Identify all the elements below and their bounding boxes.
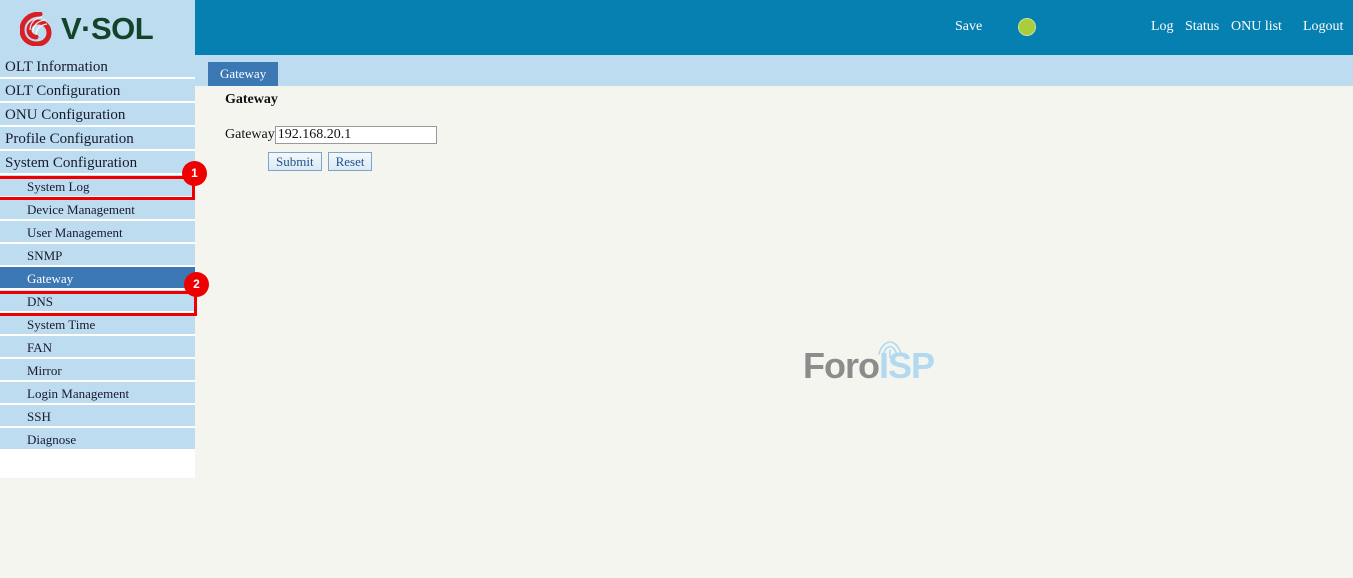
sidebar-item-onu-configuration[interactable]: ONU Configuration: [0, 103, 195, 127]
onu-list-link[interactable]: ONU list: [1231, 19, 1282, 35]
gateway-field-label: Gateway: [225, 127, 275, 142]
sidebar-item-label: OLT Information: [5, 59, 108, 75]
log-link[interactable]: Log: [1151, 19, 1174, 35]
sidebar-item-label: Login Management: [27, 386, 130, 401]
sidebar-item-device-management[interactable]: Device Management: [0, 198, 195, 221]
sidebar-item-label: DNS: [27, 294, 54, 309]
sidebar-navigation: OLT Information OLT Configuration ONU Co…: [0, 55, 195, 478]
sidebar-item-label: System Log: [27, 179, 90, 194]
watermark-text-primary: Foro: [803, 345, 880, 386]
sidebar-item-diagnose[interactable]: Diagnose: [0, 428, 195, 451]
sidebar-item-user-management[interactable]: User Management: [0, 221, 195, 244]
page-title: Gateway: [225, 92, 278, 107]
sidebar-item-label: SNMP: [27, 248, 63, 263]
sidebar-item-label: Gateway: [27, 271, 74, 286]
olt-web-management-page: V·SOL Save Log Status ONU list Logout OL…: [0, 0, 1353, 578]
sidebar-item-login-management[interactable]: Login Management: [0, 382, 195, 405]
watermark-text-secondary: ISP: [878, 345, 935, 386]
sidebar-item-olt-configuration[interactable]: OLT Configuration: [0, 79, 195, 103]
form-button-row: Submit Reset: [268, 152, 373, 171]
foroisp-watermark: ForoISP: [803, 341, 943, 394]
sidebar-item-label: System Configuration: [5, 155, 138, 171]
sidebar-item-label: Profile Configuration: [5, 131, 134, 147]
save-button[interactable]: Save: [955, 19, 982, 35]
logout-link[interactable]: Logout: [1303, 19, 1343, 35]
sidebar-item-mirror[interactable]: Mirror: [0, 359, 195, 382]
sidebar-item-fan[interactable]: FAN: [0, 336, 195, 359]
watermark-text: ForoISP: [803, 344, 943, 388]
gateway-form-row: Gateway: [225, 126, 437, 144]
sidebar-item-label: OLT Configuration: [5, 83, 121, 99]
brand-logo: V·SOL: [19, 11, 154, 47]
sidebar-item-olt-information[interactable]: OLT Information: [0, 55, 195, 79]
antenna-tower-icon: [878, 341, 902, 358]
sidebar-item-profile-configuration[interactable]: Profile Configuration: [0, 127, 195, 151]
submit-button[interactable]: Submit: [268, 152, 322, 171]
sidebar-item-ssh[interactable]: SSH: [0, 405, 195, 428]
vsol-swirl-logo-icon: [19, 11, 54, 47]
sidebar-item-system-configuration[interactable]: System Configuration: [0, 151, 195, 175]
sidebar-item-label: SSH: [27, 409, 51, 424]
top-header-bar: V·SOL Save Log Status ONU list Logout: [0, 0, 1353, 55]
status-led-indicator-icon: [1018, 18, 1036, 36]
sidebar-item-dns[interactable]: DNS: [0, 290, 195, 313]
sidebar-item-label: Device Management: [27, 202, 135, 217]
sidebar-item-system-time[interactable]: System Time: [0, 313, 195, 336]
tab-gateway[interactable]: Gateway: [208, 62, 279, 86]
tab-bar: Gateway: [195, 55, 1353, 86]
sidebar-item-label: Diagnose: [27, 432, 77, 447]
gateway-input[interactable]: [274, 126, 437, 144]
sidebar-item-label: FAN: [27, 340, 53, 355]
logo-pane: V·SOL: [0, 0, 195, 55]
sidebar-item-system-log[interactable]: System Log: [0, 175, 195, 198]
reset-button[interactable]: Reset: [327, 152, 373, 171]
sidebar-item-snmp[interactable]: SNMP: [0, 244, 195, 267]
brand-logo-text: V·SOL: [61, 11, 154, 46]
sidebar-item-label: System Time: [27, 317, 96, 332]
status-link[interactable]: Status: [1185, 19, 1219, 35]
sidebar-item-label: Mirror: [27, 363, 62, 378]
sidebar-item-label: ONU Configuration: [5, 107, 126, 123]
content-area: Gateway Gateway Submit Reset ForoISP: [195, 86, 1353, 578]
sidebar-item-label: User Management: [27, 225, 123, 240]
sidebar-item-gateway[interactable]: Gateway: [0, 267, 195, 290]
